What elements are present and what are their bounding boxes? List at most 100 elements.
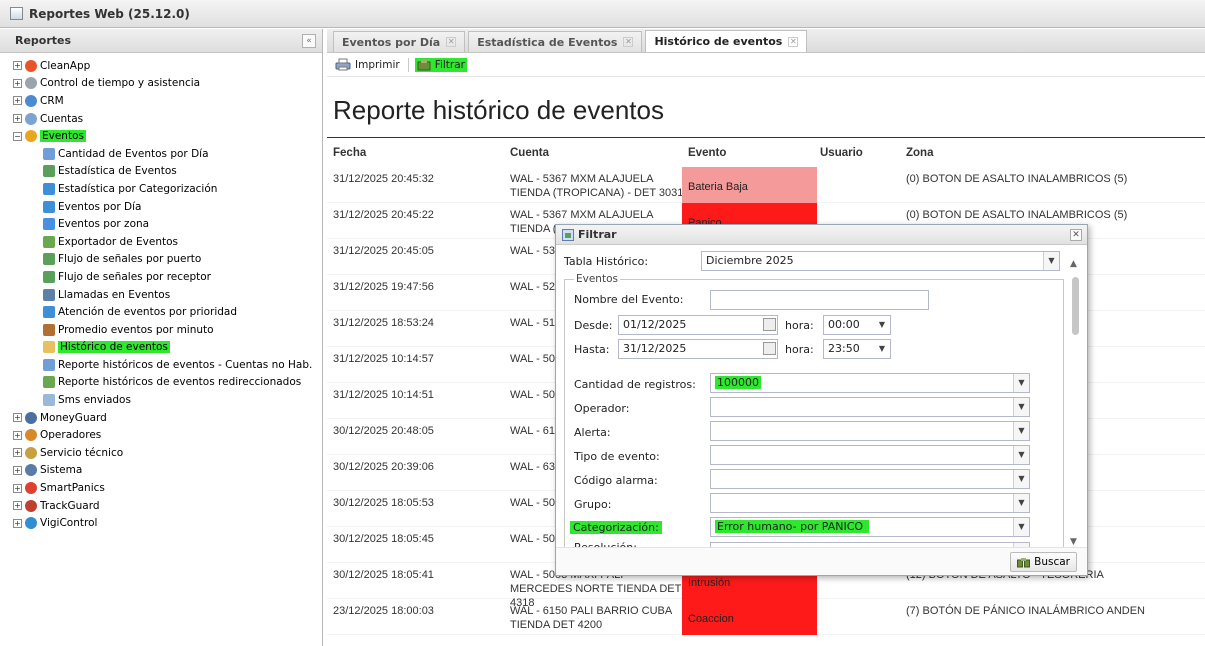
hasta-date-field[interactable]: 31/12/2025: [618, 339, 778, 359]
tab-historico-eventos[interactable]: Histórico de eventos ✕: [645, 30, 808, 52]
table-row[interactable]: 31/12/2025 20:45:32 WAL - 5367 MXM ALAJUE…: [327, 167, 1205, 203]
chevron-down-icon[interactable]: ▼: [1013, 422, 1029, 440]
tree-node-sistema[interactable]: + Sistema: [0, 462, 322, 480]
window-titlebar: Reportes Web (25.12.0): [0, 0, 1205, 28]
categorizacion-select[interactable]: Error humano- por PANICO ▼: [710, 517, 1030, 537]
tab-bar: Eventos por Día ✕ Estadística de Eventos…: [327, 29, 1205, 53]
chevron-down-icon[interactable]: ▼: [874, 316, 890, 334]
calendar-icon[interactable]: [763, 318, 776, 331]
tree-node-llamadas-en-eventos[interactable]: Llamadas en Eventos: [0, 286, 322, 304]
expand-icon[interactable]: +: [13, 448, 22, 458]
scroll-thumb[interactable]: [1072, 277, 1079, 335]
expand-icon[interactable]: +: [13, 96, 22, 106]
tree-node-eventos-por-día[interactable]: Eventos por Día: [0, 198, 322, 216]
column-cuenta[interactable]: Cuenta: [510, 147, 549, 159]
tree-node-cuentas[interactable]: + Cuentas: [0, 110, 322, 128]
column-zona[interactable]: Zona: [906, 147, 933, 159]
column-evento[interactable]: Evento: [688, 147, 726, 159]
tree-node-label: Estadística de Eventos: [58, 165, 177, 178]
tree-node-crm[interactable]: + CRM: [0, 92, 322, 110]
column-usuario[interactable]: Usuario: [820, 147, 863, 159]
tree-node-eventos[interactable]: − Eventos: [0, 127, 322, 145]
trackguard-icon: [25, 499, 37, 512]
expand-icon[interactable]: +: [13, 430, 22, 440]
cantidad-select[interactable]: 100000 ▼: [710, 373, 1030, 393]
hora-hasta-select[interactable]: 23:50 ▼: [823, 339, 891, 359]
tree-node-reporte-históricos-de-eventos-cuentas-no-hab-[interactable]: Reporte históricos de eventos - Cuentas …: [0, 356, 322, 374]
grupo-select[interactable]: ▼: [710, 493, 1030, 513]
tree-node-histórico-de-eventos[interactable]: Histórico de eventos: [0, 339, 322, 357]
tree-node-exportador-de-eventos[interactable]: Exportador de Eventos: [0, 233, 322, 251]
tree-node-control-de-tiempo-y-asistencia[interactable]: + Control de tiempo y asistencia: [0, 75, 322, 93]
tree-node-sms-enviados[interactable]: Sms enviados: [0, 391, 322, 409]
tab-estadistica-eventos[interactable]: Estadística de Eventos ✕: [468, 31, 643, 52]
scroll-up-icon[interactable]: ▲: [1070, 259, 1077, 269]
expand-icon[interactable]: +: [13, 78, 22, 88]
bar-chart-icon: [43, 288, 55, 301]
dialog-scrollbar[interactable]: ▲ ▼: [1066, 259, 1084, 549]
alerta-select[interactable]: ▼: [710, 421, 1030, 441]
collapse-icon[interactable]: −: [13, 131, 22, 141]
tree-node-cleanapp[interactable]: + CleanApp: [0, 57, 322, 75]
column-fecha[interactable]: Fecha: [333, 147, 366, 159]
tree-node-operadores[interactable]: + Operadores: [0, 426, 322, 444]
tab-close-icon[interactable]: ✕: [446, 37, 457, 47]
print-button[interactable]: Imprimir: [333, 57, 402, 72]
tab-close-icon[interactable]: ✕: [788, 36, 799, 47]
chevron-down-icon[interactable]: ▼: [1043, 252, 1059, 270]
operador-select[interactable]: ▼: [710, 397, 1030, 417]
hora-desde-label: hora:: [785, 319, 814, 332]
hora-desde-select[interactable]: 00:00 ▼: [823, 315, 891, 335]
tree-node-moneyguard[interactable]: + MoneyGuard: [0, 409, 322, 427]
expand-icon[interactable]: +: [13, 518, 22, 528]
cell-zona: (0) BOTON DE ASALTO INALAMBRICOS (5): [906, 209, 1128, 221]
tree-node-reporte-históricos-de-eventos-redireccionados[interactable]: Reporte históricos de eventos redireccio…: [0, 374, 322, 392]
tree-node-servicio-técnico[interactable]: + Servicio técnico: [0, 444, 322, 462]
tree-node-smartpanics[interactable]: + SmartPanics: [0, 479, 322, 497]
tree-node-eventos-por-zona[interactable]: Eventos por zona: [0, 215, 322, 233]
filter-button[interactable]: Filtrar: [414, 57, 467, 72]
desde-label: Desde:: [574, 319, 613, 332]
chevron-down-icon[interactable]: ▼: [874, 340, 890, 358]
close-icon[interactable]: ✕: [1070, 229, 1082, 241]
chevron-down-icon[interactable]: ▼: [1013, 470, 1029, 488]
chevron-down-icon[interactable]: ▼: [1013, 374, 1029, 392]
chevron-down-icon[interactable]: ▼: [1013, 518, 1029, 536]
tree-node-flujo-de-señales-por-receptor[interactable]: Flujo de señales por receptor: [0, 268, 322, 286]
chevron-down-icon[interactable]: ▼: [1013, 446, 1029, 464]
tab-close-icon[interactable]: ✕: [623, 37, 634, 47]
buscar-button[interactable]: Buscar: [1010, 552, 1077, 572]
tree-node-estadística-de-eventos[interactable]: Estadística de Eventos: [0, 163, 322, 181]
tabla-historico-select[interactable]: Diciembre 2025 ▼: [701, 251, 1060, 271]
title-divider: [327, 137, 1205, 138]
nombre-evento-input[interactable]: [710, 290, 929, 310]
filter-dialog-icon: [562, 228, 574, 241]
tab-eventos-por-dia[interactable]: Eventos por Día ✕: [333, 31, 466, 52]
expand-icon[interactable]: +: [13, 501, 22, 511]
codigo-alarma-select[interactable]: ▼: [710, 469, 1030, 489]
tree-node-promedio-eventos-por-minuto[interactable]: Promedio eventos por minuto: [0, 321, 322, 339]
expand-icon[interactable]: +: [13, 413, 22, 423]
tree-node-atención-de-eventos-por-prioridad[interactable]: Atención de eventos por prioridad: [0, 303, 322, 321]
cell-fecha: 31/12/2025 18:53:24: [333, 317, 434, 329]
scroll-down-icon[interactable]: ▼: [1070, 537, 1077, 547]
chevron-down-icon[interactable]: ▼: [1013, 494, 1029, 512]
tipo-evento-label: Tipo de evento:: [574, 450, 660, 463]
tree-node-trackguard[interactable]: + TrackGuard: [0, 497, 322, 515]
expand-icon[interactable]: +: [13, 465, 22, 475]
tipo-evento-select[interactable]: ▼: [710, 445, 1030, 465]
chevron-down-icon[interactable]: ▼: [1013, 398, 1029, 416]
tree-node-flujo-de-señales-por-puerto[interactable]: Flujo de señales por puerto: [0, 251, 322, 269]
crm-icon: [25, 94, 37, 107]
desde-date-field[interactable]: 01/12/2025: [618, 315, 778, 335]
calendar-icon[interactable]: [763, 342, 776, 355]
tree-node-vigicontrol[interactable]: + VigiControl: [0, 514, 322, 532]
expand-icon[interactable]: +: [13, 483, 22, 493]
expand-icon[interactable]: +: [13, 61, 22, 71]
chart-icon: [43, 270, 55, 283]
expand-icon[interactable]: +: [13, 114, 22, 124]
tree-node-estadística-por-categorización[interactable]: Estadística por Categorización: [0, 180, 322, 198]
collapse-panel-button[interactable]: «: [302, 33, 316, 48]
table-row[interactable]: 23/12/2025 18:00:03 WAL - 6150 PALI BARRI…: [327, 599, 1205, 635]
tree-node-cantidad-de-eventos-por-día[interactable]: Cantidad de Eventos por Día: [0, 145, 322, 163]
